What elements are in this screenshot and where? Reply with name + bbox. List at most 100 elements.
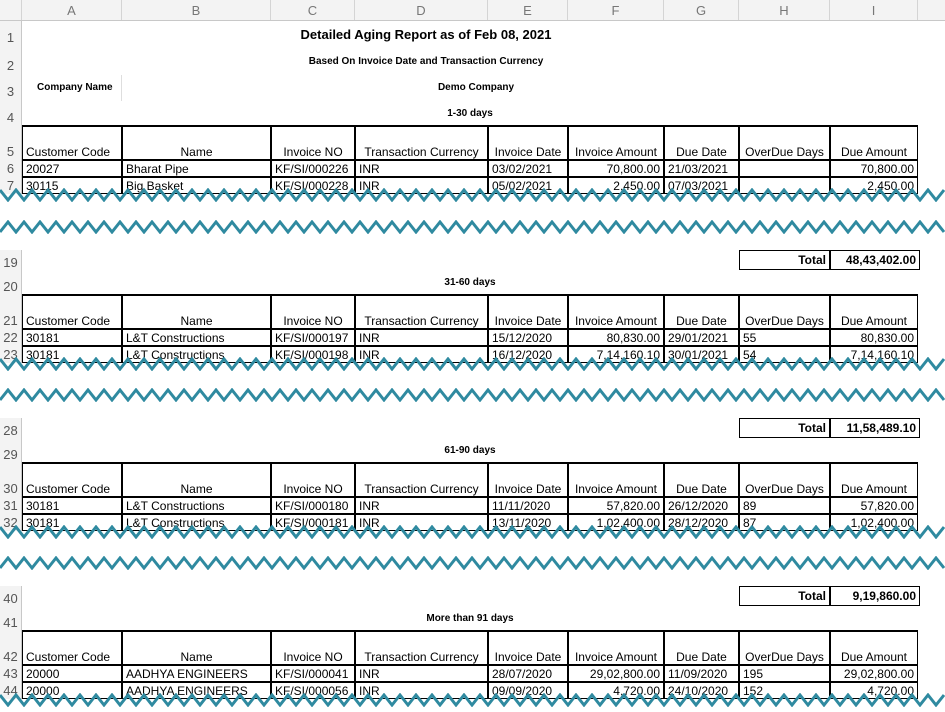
- column-title[interactable]: OverDue Days: [739, 463, 830, 497]
- data-cell[interactable]: 89: [739, 497, 830, 514]
- column-title[interactable]: Invoice Date: [488, 126, 568, 160]
- row-number[interactable]: 19: [0, 250, 22, 270]
- column-title[interactable]: Due Amount: [830, 631, 918, 665]
- data-cell[interactable]: 20027: [22, 160, 122, 177]
- data-cell[interactable]: 28/07/2020: [488, 665, 568, 682]
- column-title[interactable]: Customer Code: [22, 295, 122, 329]
- column-title[interactable]: Customer Code: [22, 126, 122, 160]
- data-cell[interactable]: 29,02,800.00: [830, 665, 918, 682]
- column-title[interactable]: Invoice Date: [488, 631, 568, 665]
- row-number[interactable]: 28: [0, 418, 22, 438]
- data-cell[interactable]: 26/12/2020: [664, 497, 739, 514]
- column-header-c[interactable]: C: [271, 0, 355, 20]
- column-title[interactable]: Name: [122, 631, 271, 665]
- column-title[interactable]: Due Amount: [830, 126, 918, 160]
- data-cell[interactable]: 11/09/2020: [664, 665, 739, 682]
- data-cell[interactable]: 57,820.00: [830, 497, 918, 514]
- row-number[interactable]: 31: [0, 497, 22, 514]
- column-title[interactable]: Name: [122, 295, 271, 329]
- column-title[interactable]: Name: [122, 463, 271, 497]
- row-number[interactable]: 42: [0, 631, 22, 665]
- column-title[interactable]: Invoice NO: [271, 126, 355, 160]
- data-cell[interactable]: L&T Constructions: [122, 497, 271, 514]
- data-cell[interactable]: 57,820.00: [568, 497, 664, 514]
- column-title[interactable]: Customer Code: [22, 631, 122, 665]
- section-label[interactable]: 31-60 days: [22, 270, 918, 295]
- data-cell[interactable]: 70,800.00: [568, 160, 664, 177]
- column-header-e[interactable]: E: [488, 0, 568, 20]
- column-title[interactable]: Invoice NO: [271, 295, 355, 329]
- column-header-d[interactable]: D: [355, 0, 488, 20]
- data-cell[interactable]: L&T Constructions: [122, 329, 271, 346]
- data-cell[interactable]: INR: [355, 665, 488, 682]
- column-title[interactable]: OverDue Days: [739, 295, 830, 329]
- column-title[interactable]: OverDue Days: [739, 631, 830, 665]
- column-title[interactable]: Due Date: [664, 295, 739, 329]
- column-title[interactable]: Invoice Amount: [568, 463, 664, 497]
- total-label[interactable]: Total: [739, 586, 830, 606]
- column-title[interactable]: Invoice Amount: [568, 631, 664, 665]
- row-number[interactable]: 30: [0, 463, 22, 497]
- data-cell[interactable]: 80,830.00: [568, 329, 664, 346]
- data-cell[interactable]: INR: [355, 329, 488, 346]
- column-title[interactable]: Name: [122, 126, 271, 160]
- data-cell[interactable]: 21/03/2021: [664, 160, 739, 177]
- column-title[interactable]: Due Date: [664, 126, 739, 160]
- data-cell[interactable]: INR: [355, 497, 488, 514]
- column-header-a[interactable]: A: [22, 0, 122, 20]
- column-title[interactable]: Invoice NO: [271, 631, 355, 665]
- row-number[interactable]: 2: [0, 49, 22, 75]
- column-header-f[interactable]: F: [568, 0, 664, 20]
- data-cell[interactable]: INR: [355, 160, 488, 177]
- total-value[interactable]: 48,43,402.00: [830, 250, 920, 270]
- column-title[interactable]: Due Date: [664, 631, 739, 665]
- row-number[interactable]: 41: [0, 606, 22, 631]
- data-cell[interactable]: [739, 160, 830, 177]
- data-cell[interactable]: AADHYA ENGINEERS: [122, 665, 271, 682]
- row-number[interactable]: 20: [0, 270, 22, 295]
- row-number[interactable]: 3: [0, 75, 22, 101]
- section-label[interactable]: More than 91 days: [22, 606, 918, 631]
- column-title[interactable]: Due Amount: [830, 295, 918, 329]
- total-value[interactable]: 11,58,489.10: [830, 418, 920, 438]
- column-header-b[interactable]: B: [122, 0, 271, 20]
- data-cell[interactable]: 195: [739, 665, 830, 682]
- column-title[interactable]: Transaction Currency: [355, 631, 488, 665]
- column-title[interactable]: Invoice Date: [488, 295, 568, 329]
- column-title[interactable]: Customer Code: [22, 463, 122, 497]
- data-cell[interactable]: 30181: [22, 497, 122, 514]
- data-cell[interactable]: 70,800.00: [830, 160, 918, 177]
- row-number[interactable]: 29: [0, 438, 22, 463]
- data-cell[interactable]: Bharat Pipe: [122, 160, 271, 177]
- data-cell[interactable]: 11/11/2020: [488, 497, 568, 514]
- column-header-h[interactable]: H: [739, 0, 830, 20]
- row-number[interactable]: 22: [0, 329, 22, 346]
- column-title[interactable]: OverDue Days: [739, 126, 830, 160]
- column-title[interactable]: Due Amount: [830, 463, 918, 497]
- total-label[interactable]: Total: [739, 250, 830, 270]
- column-title[interactable]: Transaction Currency: [355, 295, 488, 329]
- row-number[interactable]: 6: [0, 160, 22, 177]
- row-number[interactable]: 43: [0, 665, 22, 682]
- data-cell[interactable]: 03/02/2021: [488, 160, 568, 177]
- row-number[interactable]: 1: [0, 21, 22, 49]
- data-cell[interactable]: 20000: [22, 665, 122, 682]
- row-number[interactable]: 5: [0, 126, 22, 160]
- data-cell[interactable]: 29,02,800.00: [568, 665, 664, 682]
- data-cell[interactable]: KF/SI/000197: [271, 329, 355, 346]
- data-cell[interactable]: 55: [739, 329, 830, 346]
- data-cell[interactable]: KF/SI/000226: [271, 160, 355, 177]
- section-label[interactable]: 1-30 days: [22, 101, 918, 126]
- column-title[interactable]: Invoice NO: [271, 463, 355, 497]
- data-cell[interactable]: KF/SI/000041: [271, 665, 355, 682]
- column-title[interactable]: Invoice Amount: [568, 126, 664, 160]
- column-title[interactable]: Invoice Amount: [568, 295, 664, 329]
- data-cell[interactable]: 29/01/2021: [664, 329, 739, 346]
- column-title[interactable]: Due Date: [664, 463, 739, 497]
- row-number[interactable]: 21: [0, 295, 22, 329]
- total-label[interactable]: Total: [739, 418, 830, 438]
- data-cell[interactable]: 15/12/2020: [488, 329, 568, 346]
- data-cell[interactable]: 30181: [22, 329, 122, 346]
- column-title[interactable]: Transaction Currency: [355, 463, 488, 497]
- column-header-i[interactable]: I: [830, 0, 918, 20]
